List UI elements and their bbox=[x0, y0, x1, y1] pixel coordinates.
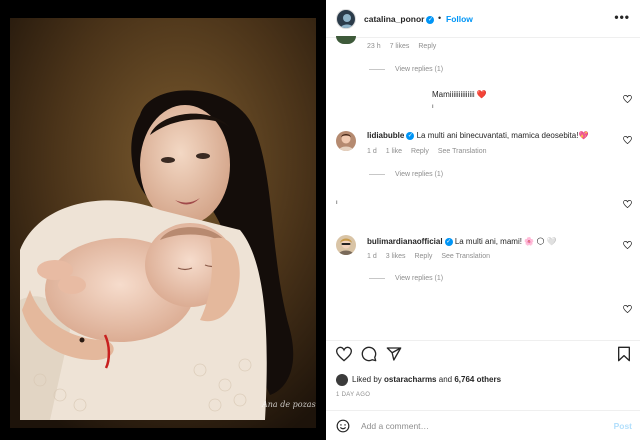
liker-avatar[interactable] bbox=[336, 374, 348, 386]
comment-meta: 1 d 3 likes Reply See Translation bbox=[367, 253, 497, 260]
reply-button[interactable]: Reply bbox=[418, 43, 436, 50]
like-comment-heart-icon[interactable] bbox=[623, 241, 632, 249]
photographer-signature: Ana de pozas bbox=[262, 400, 316, 409]
post-header: catalina_ponor ✓ • Follow ••• bbox=[326, 0, 640, 38]
comment-likes[interactable]: 3 likes bbox=[386, 253, 406, 260]
likes-summary: Liked by ostaracharms and 6,764 others bbox=[336, 374, 501, 386]
add-comment-bar: Add a comment… Post bbox=[326, 410, 640, 440]
post-actions-bar bbox=[326, 340, 640, 366]
view-replies-button[interactable]: View replies (1) bbox=[369, 171, 443, 178]
comment-time: 1 d bbox=[367, 253, 377, 260]
reply-button[interactable]: Reply bbox=[414, 253, 432, 260]
verified-badge-icon: ✓ bbox=[426, 15, 435, 24]
comment-mark: ı bbox=[432, 104, 434, 110]
reply-button[interactable]: Reply bbox=[411, 148, 429, 155]
emoji-smiley-icon[interactable] bbox=[336, 419, 350, 433]
header-separator: • bbox=[438, 13, 442, 23]
comment-bubble-icon[interactable] bbox=[361, 346, 377, 362]
follow-button[interactable]: Follow bbox=[446, 14, 473, 24]
commenter-username[interactable]: bulimardianaofficial bbox=[367, 237, 443, 246]
post-side-panel: catalina_ponor ✓ • Follow ••• 23 h 7 like… bbox=[326, 0, 640, 440]
verified-badge-icon: ✓ bbox=[406, 131, 415, 140]
mother-and-newborn-photo bbox=[10, 18, 316, 428]
comment-meta: 1 d 1 like Reply See Translation bbox=[367, 148, 494, 155]
comment-time: 1 d bbox=[367, 148, 377, 155]
comment-text: bulimardianaofficial ✓ La multi ani, mami… bbox=[367, 237, 557, 246]
commenter-username[interactable]: lidiabuble bbox=[367, 131, 404, 140]
comment-time: 23 h bbox=[367, 43, 381, 50]
author-avatar[interactable] bbox=[336, 9, 356, 29]
comment-meta: 23 h 7 likes Reply bbox=[367, 43, 443, 50]
like-comment-heart-icon[interactable] bbox=[623, 136, 632, 144]
see-translation-button[interactable]: See Translation bbox=[438, 148, 487, 155]
see-translation-button[interactable]: See Translation bbox=[441, 253, 490, 260]
view-replies-button[interactable]: View replies (1) bbox=[369, 275, 443, 282]
like-comment-heart-icon[interactable] bbox=[623, 95, 632, 103]
post-date[interactable]: 1 DAY AGO bbox=[336, 392, 370, 398]
share-send-icon[interactable] bbox=[386, 346, 402, 362]
comment-text: Mamiiiiiiiiiiiiii ❤️ bbox=[432, 90, 487, 99]
like-comment-heart-icon[interactable] bbox=[623, 200, 632, 208]
view-replies-button[interactable]: View replies (1) bbox=[369, 66, 443, 73]
post-photo[interactable]: Ana de pozas bbox=[0, 0, 326, 440]
liker-username[interactable]: ostaracharms bbox=[384, 375, 436, 384]
comment-avatar[interactable] bbox=[336, 36, 356, 44]
comment-likes[interactable]: 1 like bbox=[386, 148, 402, 155]
comment-likes[interactable]: 7 likes bbox=[390, 43, 410, 50]
save-bookmark-icon[interactable] bbox=[616, 346, 632, 362]
like-comment-heart-icon[interactable] bbox=[623, 305, 632, 313]
author-username[interactable]: catalina_ponor ✓ bbox=[364, 14, 435, 24]
like-heart-icon[interactable] bbox=[336, 346, 352, 362]
commenter-avatar[interactable] bbox=[336, 235, 356, 255]
verified-badge-icon: ✓ bbox=[444, 237, 453, 246]
commenter-avatar[interactable] bbox=[336, 131, 356, 151]
comment-text: lidiabuble ✓ La multi ani binecuvantati, … bbox=[367, 131, 589, 140]
likes-count-button[interactable]: 6,764 others bbox=[454, 375, 501, 384]
more-options-icon[interactable]: ••• bbox=[614, 10, 630, 24]
post-comment-button[interactable]: Post bbox=[614, 421, 632, 431]
comment-input[interactable]: Add a comment… bbox=[361, 421, 429, 431]
comment-mark: ı bbox=[336, 200, 338, 206]
